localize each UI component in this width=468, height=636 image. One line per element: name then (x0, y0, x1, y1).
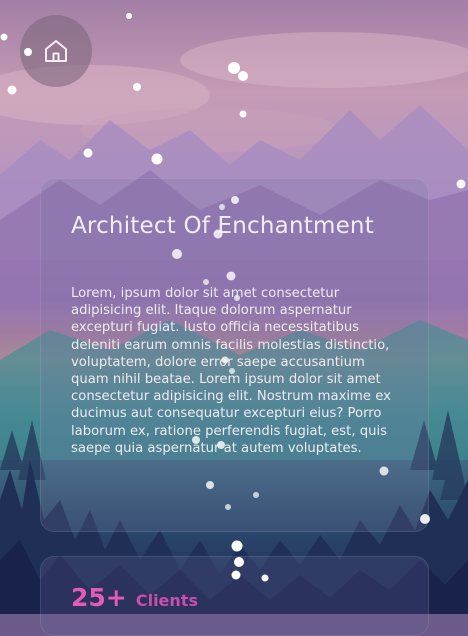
hero-card: Architect Of Enchantment Lorem, ipsum do… (40, 178, 429, 532)
home-icon (45, 40, 67, 62)
home-button[interactable] (20, 15, 92, 87)
stats-card: 25+ Clients (40, 556, 429, 636)
stat-number: 25+ (71, 583, 127, 612)
page-title: Architect Of Enchantment (71, 213, 374, 239)
stat-label: Clients (135, 591, 198, 610)
hero-description: Lorem, ipsum dolor sit amet consectetur … (71, 286, 391, 456)
